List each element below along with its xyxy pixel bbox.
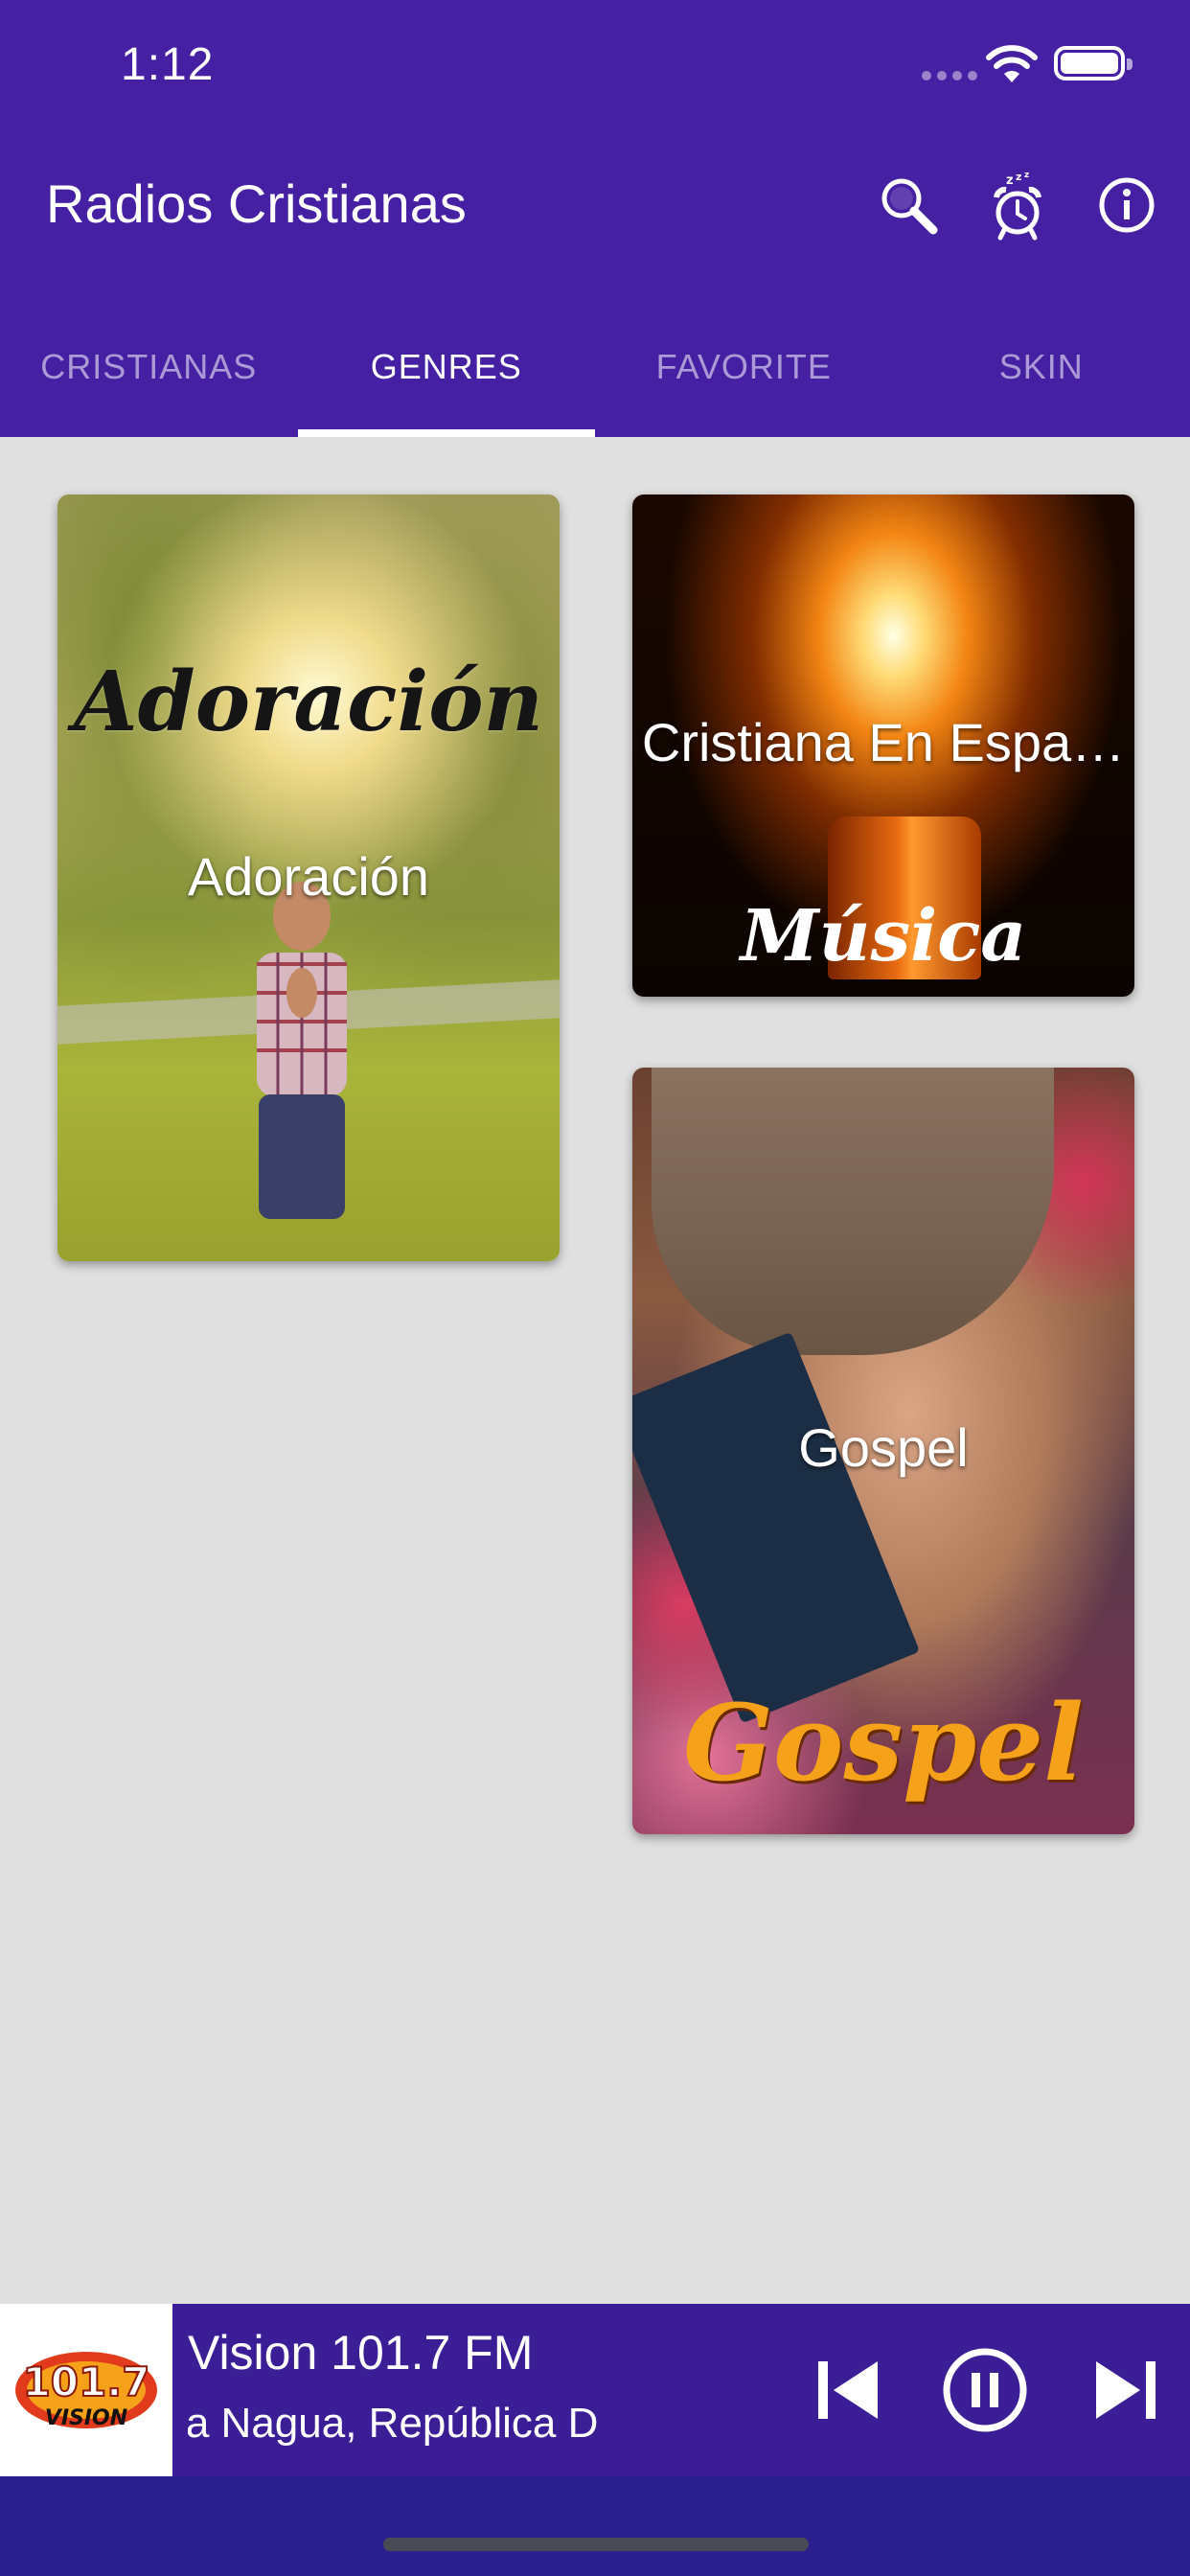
station-location: Dominicana Nagua, República D — [188, 2400, 599, 2447]
previous-button[interactable] — [814, 2354, 881, 2426]
mini-player[interactable]: 101.7 VISION Vision 101.7 FM Dominicana … — [0, 2304, 1190, 2476]
bottom-safe-area — [0, 2476, 1190, 2576]
skip-previous-icon — [818, 2361, 878, 2419]
cellular-signal-icon — [922, 71, 979, 82]
station-name: Vision 101.7 FM — [188, 2326, 534, 2380]
kneeling-person-image — [257, 882, 347, 1219]
genre-card-cristiana-en-espanol[interactable]: Cristiana En Espa… Música — [632, 494, 1134, 997]
pause-button[interactable] — [941, 2346, 1029, 2434]
screen: 1:12 Radios Cristianas z z z CRISTIANAS … — [0, 0, 1190, 2576]
home-indicator[interactable] — [383, 2538, 809, 2551]
svg-text:z: z — [1006, 173, 1014, 188]
bible-image — [632, 1331, 921, 1724]
tab-skin[interactable]: SKIN — [893, 297, 1190, 437]
genre-label: Gospel — [798, 1417, 969, 1478]
app-bar: 1:12 Radios Cristianas z z z CRISTIANAS … — [0, 0, 1190, 437]
wifi-icon — [985, 44, 1039, 84]
skip-next-icon — [1096, 2361, 1156, 2419]
logo-number: 101.7 — [23, 2358, 150, 2405]
sleep-timer-icon[interactable]: z z z — [981, 169, 1054, 242]
status-time: 1:12 — [121, 39, 215, 90]
status-bar: 1:12 — [0, 0, 1190, 134]
logo-word: VISION — [45, 2406, 127, 2430]
svg-text:z: z — [1024, 171, 1029, 180]
card-image-text: Gospel — [683, 1681, 1084, 1805]
info-icon[interactable] — [1090, 169, 1163, 242]
battery-icon — [1054, 46, 1133, 80]
app-title: Radios Cristianas — [46, 173, 467, 234]
genre-card-adoracion[interactable]: Adoración Adoración — [57, 494, 560, 1261]
station-logo: 101.7 VISION — [0, 2304, 172, 2476]
pause-icon — [943, 2348, 1027, 2432]
tab-cristianas[interactable]: CRISTIANAS — [0, 297, 298, 437]
genre-label: Adoración — [187, 846, 430, 907]
search-icon[interactable] — [872, 169, 945, 242]
svg-text:z: z — [1016, 171, 1021, 183]
card-image-text: Música — [740, 895, 1027, 978]
genre-label: Cristiana En Espa… — [641, 712, 1126, 772]
tab-bar: CRISTIANAS GENRES FAVORITE SKIN — [0, 297, 1190, 437]
card-image-text: Adoración — [73, 654, 544, 750]
boy-image — [652, 1068, 1054, 1355]
tab-genres[interactable]: GENRES — [297, 297, 596, 437]
tab-favorite[interactable]: FAVORITE — [595, 297, 893, 437]
genre-card-gospel[interactable]: Gospel Gospel — [632, 1068, 1134, 1834]
station-location-marquee: Dominicana Nagua, República D — [188, 2400, 782, 2457]
next-button[interactable] — [1092, 2354, 1159, 2426]
